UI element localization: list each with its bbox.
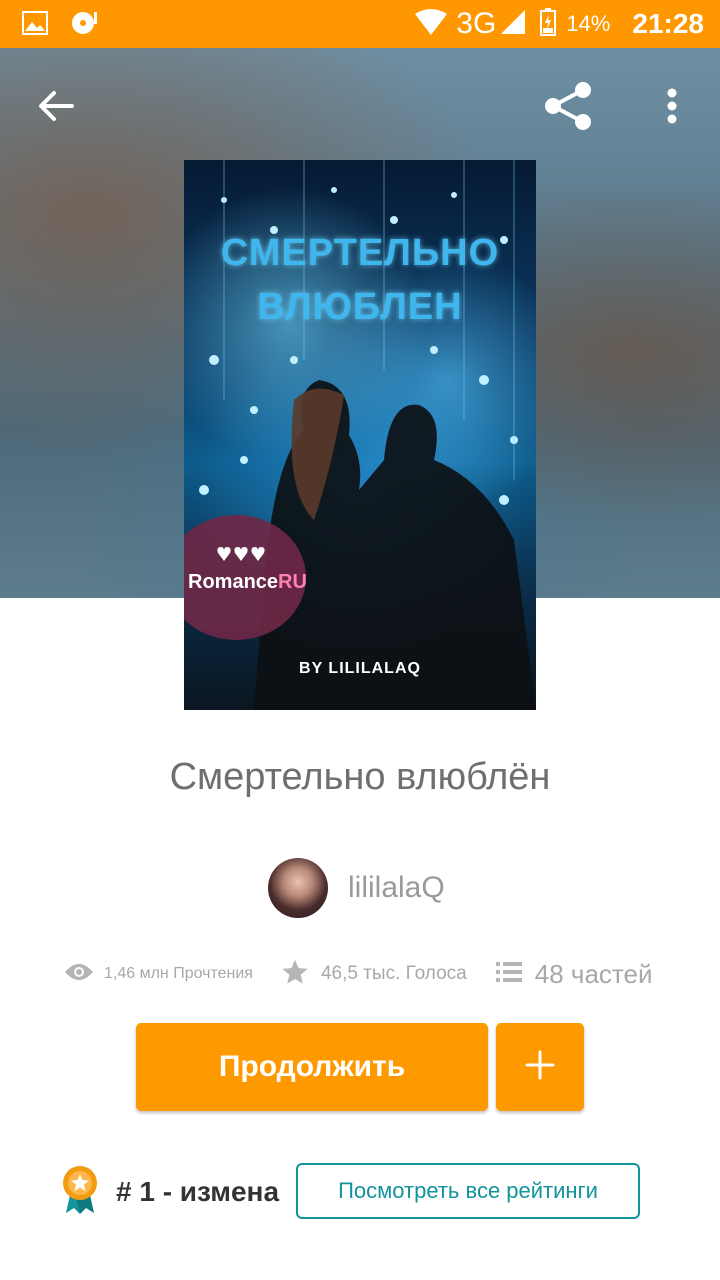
badge-label: RomanceRU [188, 571, 307, 593]
ranking-text: # 1 - измена [116, 1176, 280, 1207]
more-vert-icon [666, 88, 678, 129]
author-link[interactable]: lililalaQ [268, 858, 445, 918]
cover-title-line2: ВЛЮБЛЕН [257, 286, 463, 328]
votes-stat: 46,5 тыс. Голоса [281, 958, 495, 991]
plus-icon [525, 1050, 555, 1085]
wifi-icon [414, 8, 448, 41]
parts-stat: 48 частей [495, 959, 653, 990]
award-badge-icon [60, 1165, 100, 1220]
more-options-button[interactable] [642, 78, 702, 138]
star-icon [281, 958, 309, 991]
author-avatar[interactable] [268, 858, 328, 918]
continue-reading-button[interactable]: Продолжить [136, 1023, 488, 1111]
continue-label: Продолжить [218, 1050, 406, 1083]
network-type: 3G [456, 7, 497, 40]
add-to-library-button[interactable] [496, 1023, 584, 1111]
gallery-icon [22, 11, 48, 40]
signal-icon [500, 9, 526, 40]
story-stats: 1,46 млн Прочтения 46,5 тыс. Голоса 48 ч… [64, 956, 653, 992]
back-button[interactable] [26, 78, 86, 138]
view-all-rankings-label: Посмотреть все рейтинги [338, 1178, 598, 1203]
votes-count: 46,5 тыс. Голоса [320, 963, 467, 984]
parts-count: 48 частей [534, 958, 653, 989]
share-button[interactable] [538, 78, 598, 138]
ranking-info: # 1 - измена [60, 1165, 280, 1220]
status-bar: 3G 14% 21:28 [0, 0, 720, 48]
view-all-rankings-button[interactable]: Посмотреть все рейтинги [296, 1163, 640, 1219]
eye-icon [64, 962, 94, 987]
book-cover[interactable]: СМЕРТЕЛЬНО ВЛЮБЛЕН RomanceRU BY LILILALA… [184, 160, 536, 710]
reads-stat: 1,46 млн Прочтения [64, 962, 281, 987]
author-name[interactable]: lililalaQ [348, 871, 445, 905]
book-title: Смертельно влюблён [169, 756, 551, 798]
cover-byline: BY LILILALAQ [299, 660, 421, 677]
clock: 21:28 [632, 8, 704, 39]
hearts-icon [216, 545, 266, 568]
battery-percent: 14% [566, 11, 611, 36]
battery-icon [540, 7, 557, 41]
share-icon [542, 81, 594, 136]
reads-count: 1,46 млн Прочтения [104, 965, 253, 982]
list-icon [495, 960, 523, 989]
cover-title-line1: СМЕРТЕЛЬНО [220, 232, 500, 274]
arrow-left-icon [38, 90, 74, 127]
disc-icon [70, 10, 100, 41]
